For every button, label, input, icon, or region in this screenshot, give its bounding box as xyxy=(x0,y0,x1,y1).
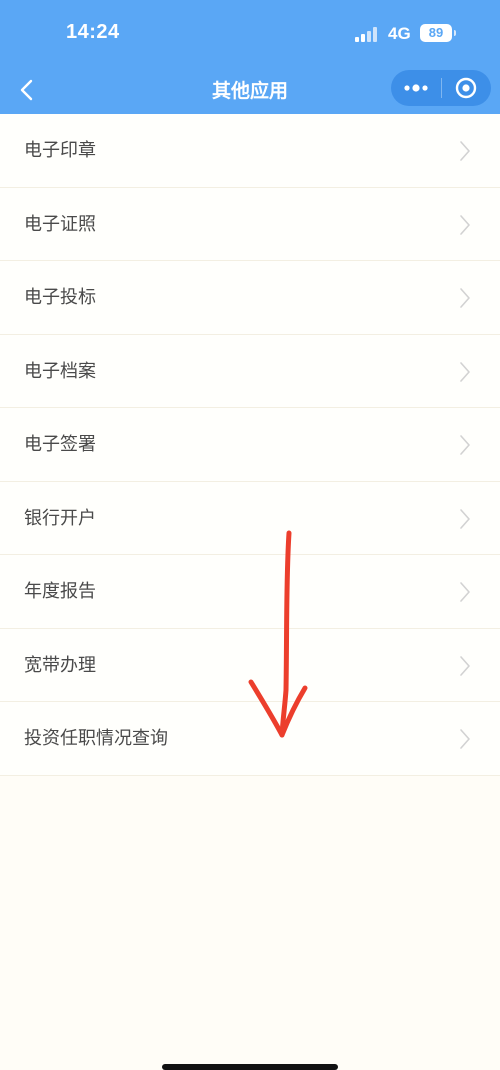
list-item-label: 电子印章 xyxy=(24,140,96,161)
home-indicator xyxy=(162,1064,338,1070)
list-item-electronic-archive[interactable]: 电子档案 xyxy=(0,334,500,408)
chevron-right-icon xyxy=(460,288,470,308)
list-item-label: 电子档案 xyxy=(24,360,96,382)
app-list: 电子印章 电子证照 电子投标 电子档案 电子签署 银行开户 年度报告 宽带办理 … xyxy=(0,114,500,776)
list-item-bank-account[interactable]: 银行开户 xyxy=(0,481,500,555)
list-item-electronic-seal[interactable]: 电子印章 xyxy=(0,114,500,188)
list-item-label: 投资任职情况查询 xyxy=(24,728,168,749)
list-item-electronic-license[interactable]: 电子证照 xyxy=(0,187,500,261)
mini-program-capsule xyxy=(391,70,491,106)
chevron-right-icon xyxy=(460,141,470,161)
chevron-right-icon xyxy=(460,655,470,676)
more-dots-icon[interactable] xyxy=(391,70,441,106)
signal-icon xyxy=(355,27,381,42)
target-close-icon[interactable] xyxy=(441,70,491,106)
battery-tip xyxy=(454,30,456,36)
network-type: 4G xyxy=(388,24,411,43)
list-item-electronic-bidding[interactable]: 电子投标 xyxy=(0,261,500,335)
battery-icon: 89 xyxy=(420,24,452,42)
navigation-bar: 其他应用 xyxy=(0,66,500,114)
chevron-right-icon xyxy=(460,508,470,529)
list-item-broadband[interactable]: 宽带办理 xyxy=(0,628,500,702)
list-item-electronic-signing[interactable]: 电子签署 xyxy=(0,408,500,482)
list-item-investment-query[interactable]: 投资任职情况查询 xyxy=(0,702,500,776)
list-item-label: 电子签署 xyxy=(24,434,96,455)
list-item-label: 电子投标 xyxy=(24,287,96,308)
chevron-right-icon xyxy=(460,582,470,602)
chevron-right-icon xyxy=(460,361,470,382)
chevron-right-icon xyxy=(460,435,470,455)
status-time: 14:24 xyxy=(66,21,120,43)
header-bar: 14:24 4G 89 其他应用 xyxy=(0,0,500,114)
status-bar: 14:24 4G 89 xyxy=(0,0,500,68)
list-item-label: 年度报告 xyxy=(24,581,96,602)
list-item-label: 电子证照 xyxy=(24,213,96,235)
chevron-right-icon xyxy=(460,729,470,749)
list-item-label: 银行开户 xyxy=(24,507,96,529)
chevron-right-icon xyxy=(460,214,470,235)
list-item-annual-report[interactable]: 年度报告 xyxy=(0,555,500,629)
list-item-label: 宽带办理 xyxy=(24,654,96,676)
battery-level: 89 xyxy=(428,25,444,40)
